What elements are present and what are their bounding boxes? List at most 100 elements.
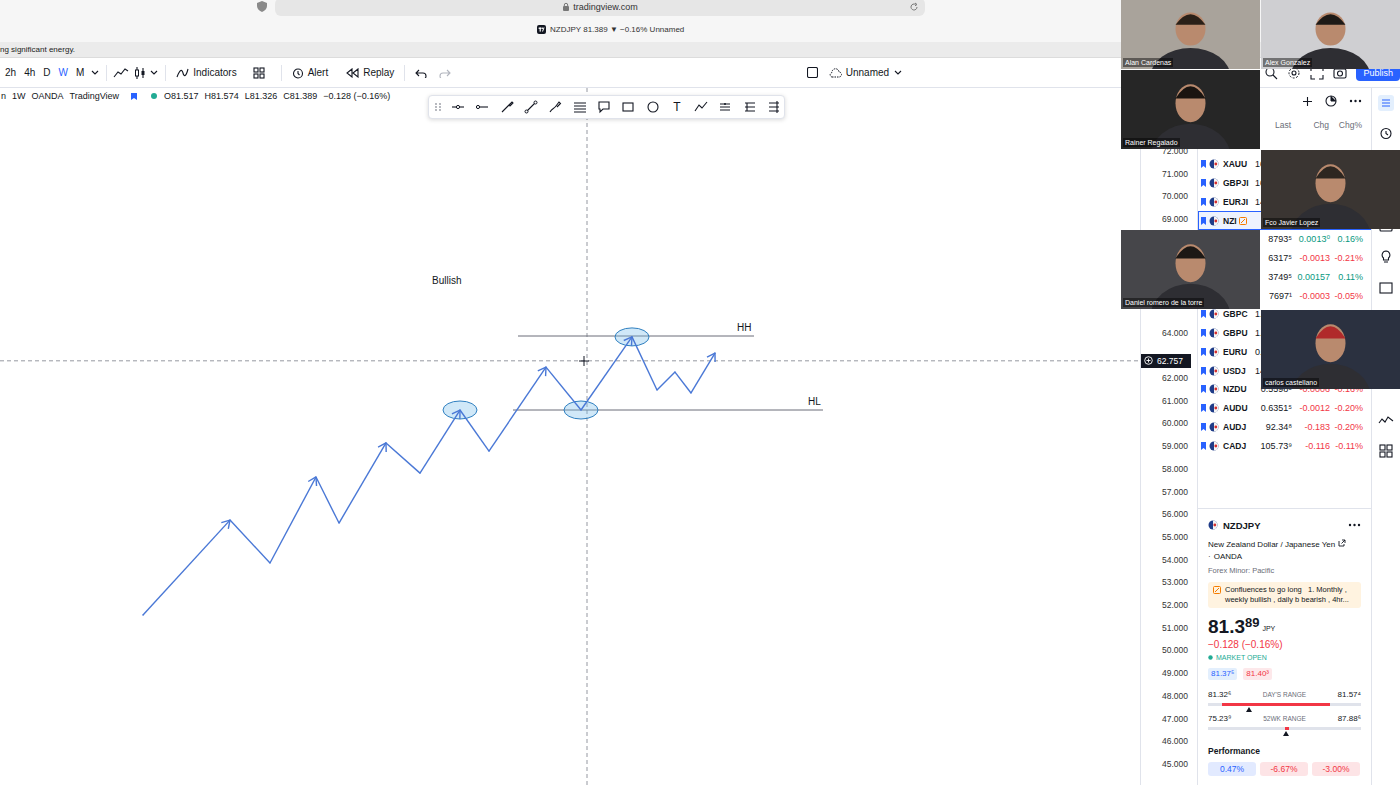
swing-point [419, 472, 421, 474]
interval-button[interactable]: 4h [20, 65, 39, 80]
advanced-view-icon[interactable] [1325, 95, 1337, 107]
parallel-lines-icon[interactable] [718, 100, 732, 114]
currency-flag-icon [1209, 309, 1219, 319]
more-options-icon[interactable] [1349, 97, 1362, 105]
price-change: −0.128 (−0.16%) [1208, 638, 1361, 652]
arrowhead [221, 520, 230, 522]
channel-icon[interactable] [767, 100, 781, 114]
highlight-ellipse[interactable] [615, 328, 649, 346]
chart-type-chevron-icon[interactable] [149, 68, 159, 77]
level-line[interactable] [513, 410, 823, 411]
layout-grid-icon[interactable] [253, 67, 265, 79]
path-icon[interactable] [694, 100, 708, 114]
add-symbol-icon[interactable] [1302, 96, 1313, 107]
add-circle-icon[interactable] [1144, 356, 1153, 365]
symbol-note[interactable]: Confluences to go long 1. Monthly , week… [1208, 582, 1361, 608]
swing-segment[interactable] [691, 353, 715, 393]
line-chart-icon[interactable] [113, 67, 129, 79]
interval-button[interactable]: 2h [1, 65, 20, 80]
products-icon[interactable] [1378, 443, 1394, 459]
swing-point [338, 522, 340, 524]
row-symbol: AUDU [1223, 403, 1248, 413]
swing-segment[interactable] [675, 372, 691, 393]
swing-segment[interactable] [270, 477, 316, 563]
column-header[interactable]: Chg% [1332, 120, 1365, 130]
lines-icon[interactable] [743, 100, 757, 114]
last-price: 81.3 [1208, 616, 1245, 638]
address-bar[interactable]: tradingview.com [275, 0, 925, 16]
axis-tick: 47.000 [1162, 713, 1188, 725]
swing-point [580, 409, 582, 411]
lock-icon [562, 2, 570, 12]
interval-button[interactable]: W [54, 65, 71, 80]
highlight-ellipse[interactable] [564, 401, 598, 419]
indicators-button[interactable]: Indicators [172, 65, 240, 81]
bookmark-flag-icon [1201, 367, 1206, 375]
axis-tick: 57.000 [1162, 486, 1188, 498]
checkbox-icon[interactable] [807, 67, 818, 78]
watchlist-row[interactable]: CADJ105.73⁹-0.116-0.11% [1198, 436, 1371, 455]
redo-icon[interactable] [439, 68, 451, 78]
row-symbol: NZDU [1223, 384, 1247, 394]
external-link-icon[interactable] [1338, 539, 1346, 547]
replay-button[interactable]: Replay [342, 65, 398, 80]
swing-segment[interactable] [386, 443, 420, 473]
candles-icon[interactable] [133, 66, 147, 80]
trend-line-icon[interactable] [524, 100, 538, 114]
axis-tick: 69.000 [1162, 213, 1188, 225]
row-change: 0.00157 [1297, 272, 1330, 282]
pen-icon[interactable] [548, 100, 562, 114]
tradingview-logo-icon [537, 25, 546, 34]
swing-segment[interactable] [489, 367, 546, 451]
drag-handle-icon[interactable] [431, 100, 445, 114]
dropdown-chevron-icon[interactable] [90, 68, 100, 77]
ellipse-icon[interactable] [646, 100, 660, 114]
currency-flag-icon [1209, 328, 1219, 338]
horizontal-line-icon[interactable] [451, 100, 465, 114]
watchlist-icon[interactable] [1378, 95, 1394, 111]
swing-segment[interactable] [316, 477, 339, 523]
row-change-percent: -0.11% [1335, 441, 1363, 451]
axis-tick: 55.000 [1162, 531, 1188, 543]
chart-canvas[interactable]: HHHLBullish [0, 88, 1140, 785]
details-more-icon[interactable] [1348, 521, 1361, 529]
swing-segment[interactable] [632, 337, 657, 390]
interval-button[interactable]: M [72, 65, 88, 80]
alerts-icon[interactable] [1378, 125, 1394, 141]
rectangle-icon[interactable] [621, 100, 635, 114]
pine-icon[interactable] [1378, 413, 1394, 429]
horizontal-ray-icon[interactable] [475, 100, 489, 114]
watchlist-row[interactable]: AUDU0.6351⁵-0.0012-0.20% [1198, 399, 1371, 418]
undo-icon[interactable] [415, 68, 427, 78]
swing-segment[interactable] [339, 443, 386, 523]
ideas-icon[interactable] [1378, 249, 1394, 265]
text-tool[interactable]: T [673, 100, 680, 114]
video-tile: Fco Javier Lopez [1261, 150, 1400, 229]
row-symbol: CADJ [1223, 441, 1246, 451]
fib-icon[interactable] [573, 100, 587, 114]
highlight-ellipse[interactable] [443, 401, 477, 419]
arrowhead [538, 367, 546, 371]
row-change: -0.116 [1305, 441, 1330, 451]
interval-button[interactable]: D [39, 65, 54, 80]
swing-segment[interactable] [546, 367, 581, 410]
brush-icon[interactable] [500, 100, 514, 114]
news-icon[interactable] [1378, 280, 1394, 296]
callout-icon[interactable] [597, 100, 611, 114]
crosshair-vertical [587, 88, 588, 785]
swing-segment[interactable] [460, 410, 489, 451]
layout-menu[interactable]: Unnamed [824, 65, 907, 80]
watchlist-row[interactable]: AUDJ92.34⁸-0.183-0.20% [1198, 418, 1371, 437]
participant-name: Alan Cardenas [1123, 58, 1173, 67]
alert-button[interactable]: Alert [288, 65, 333, 81]
participant-name: carlos castellano [1263, 378, 1319, 387]
row-symbol: USDJ [1223, 366, 1246, 376]
column-header[interactable]: Chg [1294, 120, 1332, 130]
price-axis: 72.00071.00070.00069.00064.00062.00061.0… [1140, 88, 1197, 785]
swing-segment[interactable] [420, 410, 460, 473]
reload-icon[interactable] [909, 2, 919, 12]
swing-segment[interactable] [143, 520, 230, 615]
swing-segment[interactable] [657, 372, 675, 390]
swing-segment[interactable] [230, 520, 270, 563]
swing-segment[interactable] [581, 337, 632, 410]
